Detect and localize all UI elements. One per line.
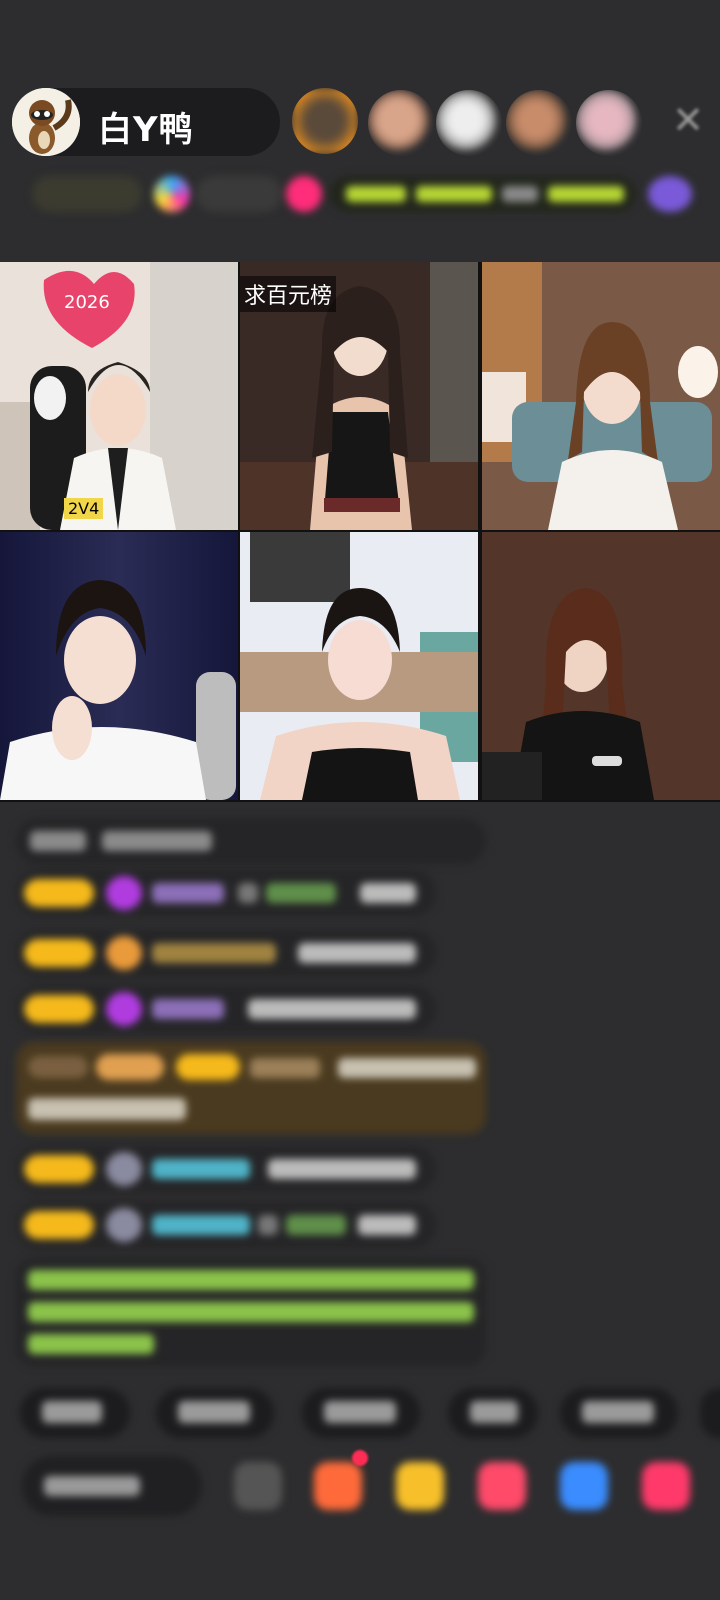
video-tile-5[interactable]: [240, 532, 478, 800]
guest-video-3: [482, 262, 720, 530]
viewer-avatar-1[interactable]: [292, 88, 358, 154]
chat-message-3[interactable]: [16, 986, 436, 1032]
viewer-avatar-2[interactable]: [368, 90, 434, 156]
more-gifts-icon[interactable]: [642, 1462, 690, 1510]
quick-reply-3[interactable]: [302, 1388, 420, 1438]
chat-message-5[interactable]: [16, 1202, 436, 1248]
announcement-marquee[interactable]: [330, 176, 636, 212]
user-level-badge: [24, 1211, 94, 1239]
video-tile-4[interactable]: [0, 532, 238, 800]
user-level-badge: [24, 995, 94, 1023]
room-announcement: [16, 1258, 486, 1366]
notification-dot: [352, 1450, 368, 1466]
user-level-badge: [24, 879, 94, 907]
chat-message-2[interactable]: [16, 930, 436, 976]
heart-gift-icon[interactable]: [478, 1462, 526, 1510]
quick-reply-1[interactable]: [20, 1388, 130, 1438]
diamond-icon: [106, 876, 142, 910]
quick-reply-5[interactable]: [560, 1388, 678, 1438]
treasure-icon[interactable]: [396, 1462, 444, 1510]
quick-reply-2[interactable]: [156, 1388, 274, 1438]
raccoon-avatar-icon: [12, 88, 80, 156]
user-level-badge: [24, 1155, 94, 1183]
chat-message-1[interactable]: [16, 870, 436, 916]
rank-chip[interactable]: [32, 176, 142, 212]
gift-wheel-icon[interactable]: [154, 176, 190, 212]
comment-input[interactable]: [22, 1456, 202, 1516]
host-avatar[interactable]: [12, 88, 80, 156]
user-avatar-icon: [106, 1152, 142, 1186]
video-tile-3[interactable]: [482, 262, 720, 530]
guest-video-6: [482, 532, 720, 800]
fan-club-icon: [106, 936, 142, 970]
video-tile-2[interactable]: 求百元榜: [240, 262, 478, 530]
close-icon[interactable]: ✕: [668, 100, 708, 140]
multi-guest-video-grid: 2026 2V4 求百元榜: [0, 262, 720, 802]
share-icon[interactable]: [560, 1462, 608, 1510]
video-tile-2-caption: 求百元榜: [240, 276, 337, 312]
video-tile-6[interactable]: [482, 532, 720, 800]
viewer-avatar-5[interactable]: [576, 90, 642, 156]
host-name: 白Y鸭: [98, 110, 194, 150]
pk-badge: 2V4: [64, 498, 104, 519]
gift-box-icon[interactable]: [314, 1462, 362, 1510]
room-info-bar[interactable]: [14, 170, 704, 222]
viewer-avatar-3[interactable]: [436, 90, 502, 156]
chat-message-4[interactable]: [16, 1146, 436, 1192]
hot-icon[interactable]: [286, 176, 322, 212]
user-avatar-icon: [106, 1208, 142, 1242]
activity-icon[interactable]: [648, 176, 692, 212]
svg-text:2026: 2026: [64, 292, 110, 313]
info-chip[interactable]: [196, 176, 282, 212]
guest-video-5: [240, 532, 478, 800]
diamond-icon: [106, 992, 142, 1026]
guest-video-4: [0, 532, 238, 800]
quick-reply-more[interactable]: [700, 1388, 720, 1438]
host-info-pill[interactable]: 白Y鸭: [12, 88, 280, 156]
user-level-badge: [24, 939, 94, 967]
quick-reply-4[interactable]: [448, 1388, 538, 1438]
video-tile-1[interactable]: 2026 2V4: [0, 262, 238, 530]
viewer-avatar-4[interactable]: [506, 90, 572, 156]
chat-message-highlighted[interactable]: [16, 1042, 486, 1134]
guest-video-1: 2026: [0, 262, 238, 530]
chat-message-system[interactable]: [16, 818, 486, 864]
emoji-icon[interactable]: [234, 1462, 282, 1510]
